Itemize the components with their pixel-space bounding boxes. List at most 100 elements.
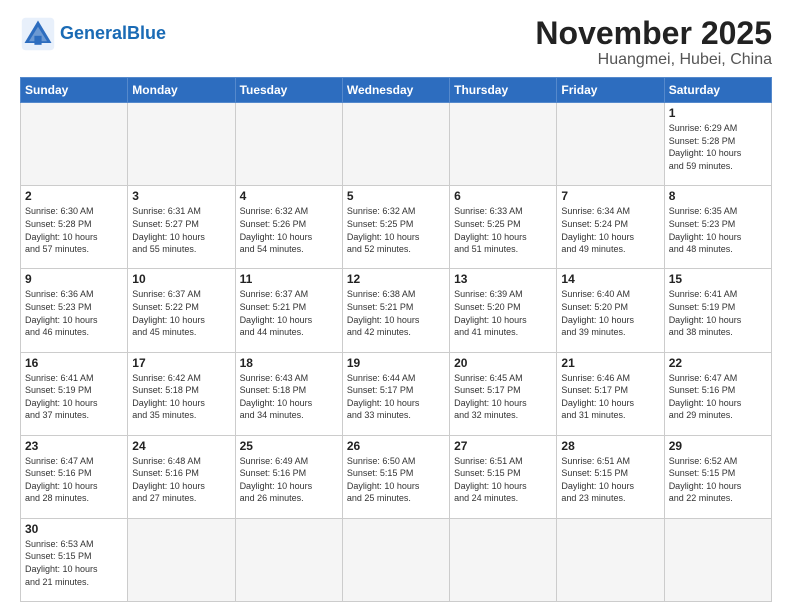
day-number: 21 — [561, 356, 659, 370]
day-number: 12 — [347, 272, 445, 286]
day-number: 3 — [132, 189, 230, 203]
table-row: 19 Sunrise: 6:44 AM Sunset: 5:17 PM Dayli… — [342, 352, 449, 435]
table-row: 12 Sunrise: 6:38 AM Sunset: 5:21 PM Dayli… — [342, 269, 449, 352]
day-number: 28 — [561, 439, 659, 453]
table-row — [342, 518, 449, 601]
logo: GeneralBlue — [20, 16, 166, 52]
calendar-title: November 2025 — [535, 16, 772, 51]
header-wednesday: Wednesday — [342, 78, 449, 103]
table-row — [21, 103, 128, 186]
table-row: 7Sunrise: 6:34 AM Sunset: 5:24 PM Daylig… — [557, 186, 664, 269]
header-saturday: Saturday — [664, 78, 771, 103]
day-number: 18 — [240, 356, 338, 370]
table-row: 20 Sunrise: 6:45 AM Sunset: 5:17 PM Dayli… — [450, 352, 557, 435]
table-row — [557, 103, 664, 186]
day-info: Sunrise: 6:50 AM Sunset: 5:15 PM Dayligh… — [347, 455, 445, 505]
header-tuesday: Tuesday — [235, 78, 342, 103]
day-number: 24 — [132, 439, 230, 453]
day-info: Sunrise: 6:34 AM Sunset: 5:24 PM Dayligh… — [561, 205, 659, 255]
table-row: 23Sunrise: 6:47 AM Sunset: 5:16 PM Dayli… — [21, 435, 128, 518]
table-row: 29 Sunrise: 6:52 AM Sunset: 5:15 PM Dayli… — [664, 435, 771, 518]
table-row: 25Sunrise: 6:49 AM Sunset: 5:16 PM Dayli… — [235, 435, 342, 518]
day-info: Sunrise: 6:52 AM Sunset: 5:15 PM Dayligh… — [669, 455, 767, 505]
table-row — [235, 518, 342, 601]
day-number: 5 — [347, 189, 445, 203]
title-block: November 2025 Huangmei, Hubei, China — [535, 16, 772, 69]
day-number: 22 — [669, 356, 767, 370]
table-row — [450, 518, 557, 601]
day-info: Sunrise: 6:37 AM Sunset: 5:21 PM Dayligh… — [240, 288, 338, 338]
day-info: Sunrise: 6:29 AM Sunset: 5:28 PM Dayligh… — [669, 122, 767, 172]
table-row: 21Sunrise: 6:46 AM Sunset: 5:17 PM Dayli… — [557, 352, 664, 435]
logo-general: General — [60, 23, 127, 43]
table-row: 16Sunrise: 6:41 AM Sunset: 5:19 PM Dayli… — [21, 352, 128, 435]
table-row: 24 Sunrise: 6:48 AM Sunset: 5:16 PM Dayli… — [128, 435, 235, 518]
table-row: 10 Sunrise: 6:37 AM Sunset: 5:22 PM Dayli… — [128, 269, 235, 352]
day-info: Sunrise: 6:44 AM Sunset: 5:17 PM Dayligh… — [347, 372, 445, 422]
calendar-row: 2Sunrise: 6:30 AM Sunset: 5:28 PM Daylig… — [21, 186, 772, 269]
day-number: 25 — [240, 439, 338, 453]
day-number: 8 — [669, 189, 767, 203]
day-info: Sunrise: 6:43 AM Sunset: 5:18 PM Dayligh… — [240, 372, 338, 422]
page: GeneralBlue November 2025 Huangmei, Hube… — [0, 0, 792, 612]
day-number: 11 — [240, 272, 338, 286]
day-number: 6 — [454, 189, 552, 203]
table-row — [342, 103, 449, 186]
day-number: 9 — [25, 272, 123, 286]
calendar-row: 16Sunrise: 6:41 AM Sunset: 5:19 PM Dayli… — [21, 352, 772, 435]
day-number: 16 — [25, 356, 123, 370]
calendar-row: 1Sunrise: 6:29 AM Sunset: 5:28 PM Daylig… — [21, 103, 772, 186]
table-row — [128, 518, 235, 601]
day-number: 17 — [132, 356, 230, 370]
calendar-row: 9 Sunrise: 6:36 AM Sunset: 5:23 PM Daylig… — [21, 269, 772, 352]
table-row: 13 Sunrise: 6:39 AM Sunset: 5:20 PM Dayli… — [450, 269, 557, 352]
table-row: 6 Sunrise: 6:33 AM Sunset: 5:25 PM Daylig… — [450, 186, 557, 269]
logo-icon — [20, 16, 56, 52]
day-info: Sunrise: 6:37 AM Sunset: 5:22 PM Dayligh… — [132, 288, 230, 338]
table-row: 28Sunrise: 6:51 AM Sunset: 5:15 PM Dayli… — [557, 435, 664, 518]
day-number: 26 — [347, 439, 445, 453]
table-row: 18 Sunrise: 6:43 AM Sunset: 5:18 PM Dayli… — [235, 352, 342, 435]
day-number: 29 — [669, 439, 767, 453]
logo-blue: Blue — [127, 23, 166, 43]
calendar-row: 30Sunrise: 6:53 AM Sunset: 5:15 PM Dayli… — [21, 518, 772, 601]
logo-text: GeneralBlue — [60, 24, 166, 44]
day-number: 23 — [25, 439, 123, 453]
day-info: Sunrise: 6:45 AM Sunset: 5:17 PM Dayligh… — [454, 372, 552, 422]
day-info: Sunrise: 6:40 AM Sunset: 5:20 PM Dayligh… — [561, 288, 659, 338]
calendar-subtitle: Huangmei, Hubei, China — [535, 51, 772, 69]
day-number: 14 — [561, 272, 659, 286]
calendar-table: Sunday Monday Tuesday Wednesday Thursday… — [20, 77, 772, 602]
day-info: Sunrise: 6:31 AM Sunset: 5:27 PM Dayligh… — [132, 205, 230, 255]
table-row: 27Sunrise: 6:51 AM Sunset: 5:15 PM Dayli… — [450, 435, 557, 518]
day-number: 19 — [347, 356, 445, 370]
table-row: 9 Sunrise: 6:36 AM Sunset: 5:23 PM Daylig… — [21, 269, 128, 352]
table-row: 8Sunrise: 6:35 AM Sunset: 5:23 PM Daylig… — [664, 186, 771, 269]
day-number: 2 — [25, 189, 123, 203]
weekday-header-row: Sunday Monday Tuesday Wednesday Thursday… — [21, 78, 772, 103]
table-row: 3 Sunrise: 6:31 AM Sunset: 5:27 PM Daylig… — [128, 186, 235, 269]
table-row — [557, 518, 664, 601]
day-info: Sunrise: 6:33 AM Sunset: 5:25 PM Dayligh… — [454, 205, 552, 255]
header-friday: Friday — [557, 78, 664, 103]
calendar-row: 23Sunrise: 6:47 AM Sunset: 5:16 PM Dayli… — [21, 435, 772, 518]
day-info: Sunrise: 6:51 AM Sunset: 5:15 PM Dayligh… — [454, 455, 552, 505]
day-number: 13 — [454, 272, 552, 286]
day-number: 15 — [669, 272, 767, 286]
day-info: Sunrise: 6:39 AM Sunset: 5:20 PM Dayligh… — [454, 288, 552, 338]
day-number: 30 — [25, 522, 123, 536]
day-info: Sunrise: 6:48 AM Sunset: 5:16 PM Dayligh… — [132, 455, 230, 505]
table-row: 26 Sunrise: 6:50 AM Sunset: 5:15 PM Dayli… — [342, 435, 449, 518]
day-info: Sunrise: 6:38 AM Sunset: 5:21 PM Dayligh… — [347, 288, 445, 338]
table-row: 5Sunrise: 6:32 AM Sunset: 5:25 PM Daylig… — [342, 186, 449, 269]
day-info: Sunrise: 6:42 AM Sunset: 5:18 PM Dayligh… — [132, 372, 230, 422]
table-row: 22Sunrise: 6:47 AM Sunset: 5:16 PM Dayli… — [664, 352, 771, 435]
table-row: 15Sunrise: 6:41 AM Sunset: 5:19 PM Dayli… — [664, 269, 771, 352]
day-info: Sunrise: 6:32 AM Sunset: 5:26 PM Dayligh… — [240, 205, 338, 255]
table-row: 11 Sunrise: 6:37 AM Sunset: 5:21 PM Dayli… — [235, 269, 342, 352]
day-info: Sunrise: 6:36 AM Sunset: 5:23 PM Dayligh… — [25, 288, 123, 338]
day-number: 20 — [454, 356, 552, 370]
table-row: 14 Sunrise: 6:40 AM Sunset: 5:20 PM Dayli… — [557, 269, 664, 352]
day-number: 10 — [132, 272, 230, 286]
table-row — [235, 103, 342, 186]
